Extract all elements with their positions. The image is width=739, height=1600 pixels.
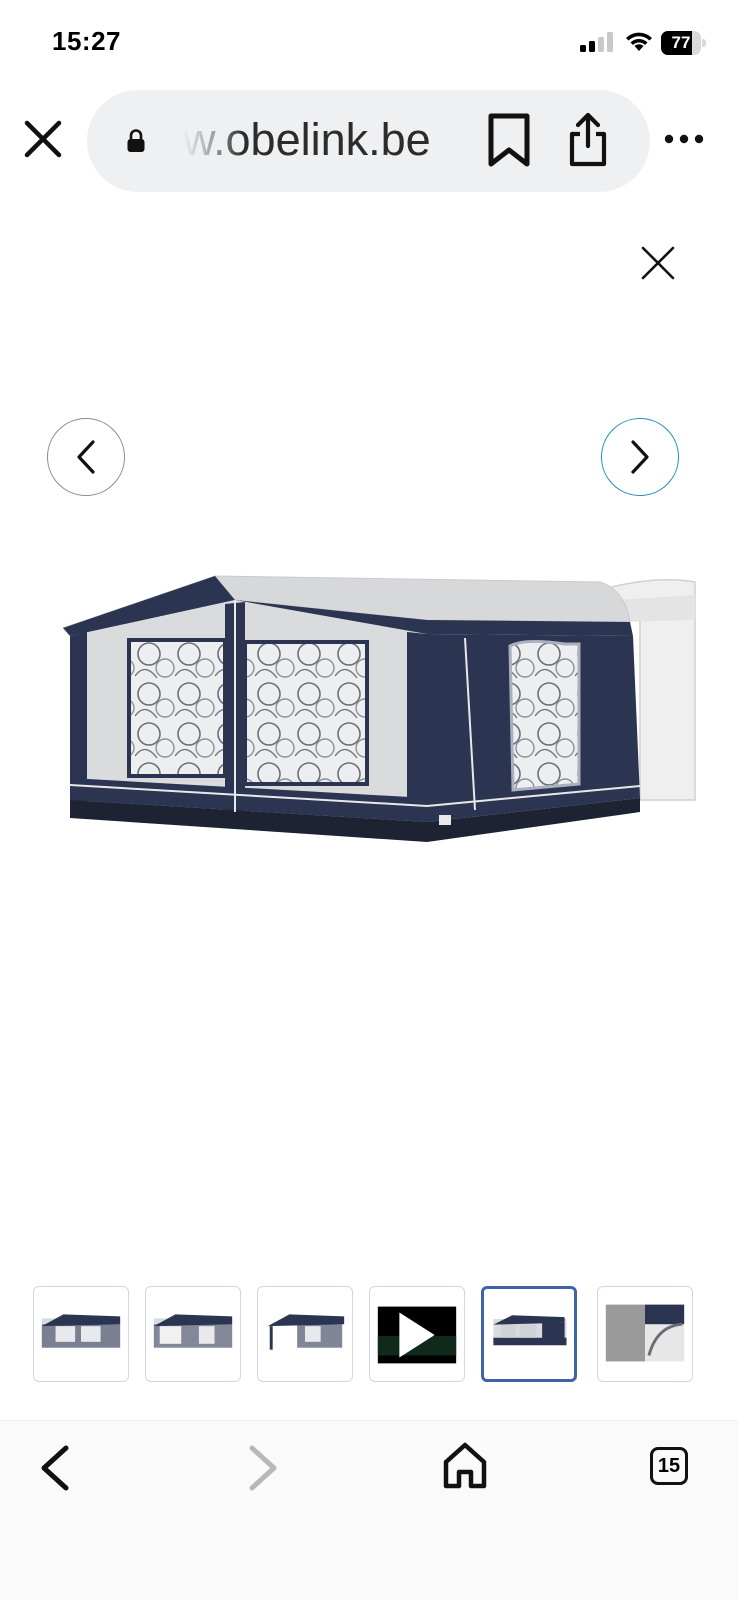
more-icon[interactable] bbox=[662, 124, 706, 154]
thumbnail-3[interactable] bbox=[257, 1286, 353, 1382]
awning-product-image bbox=[62, 575, 696, 842]
thumbnail-6[interactable] bbox=[597, 1286, 693, 1382]
share-icon[interactable] bbox=[566, 110, 610, 170]
thumbnail-5-active[interactable] bbox=[481, 1286, 577, 1382]
forward-icon bbox=[249, 1445, 277, 1491]
url-fade bbox=[183, 110, 243, 170]
thumbnail-2[interactable] bbox=[145, 1286, 241, 1382]
tabs-button[interactable]: 15 bbox=[650, 1447, 690, 1487]
close-icon[interactable] bbox=[638, 243, 678, 283]
close-icon[interactable] bbox=[22, 118, 64, 160]
prev-image-button[interactable] bbox=[47, 418, 125, 496]
tab-count: 15 bbox=[657, 1455, 681, 1477]
signal-icon bbox=[580, 32, 613, 52]
next-image-button[interactable] bbox=[601, 418, 679, 496]
chevron-left-icon bbox=[77, 440, 95, 474]
battery-icon: 77 bbox=[661, 31, 707, 55]
chevron-right-icon bbox=[631, 440, 649, 474]
thumbnail-4-video[interactable] bbox=[369, 1286, 465, 1382]
lock-icon bbox=[127, 129, 145, 152]
home-icon[interactable] bbox=[441, 1440, 489, 1492]
browser-toolbar bbox=[0, 1420, 739, 1600]
battery-percent: 77 bbox=[671, 33, 691, 52]
back-icon[interactable] bbox=[30, 1440, 80, 1496]
bookmark-icon[interactable] bbox=[483, 110, 535, 170]
status-time: 15:27 bbox=[52, 26, 121, 56]
thumbnail-1[interactable] bbox=[33, 1286, 129, 1382]
wifi-icon bbox=[626, 32, 652, 51]
